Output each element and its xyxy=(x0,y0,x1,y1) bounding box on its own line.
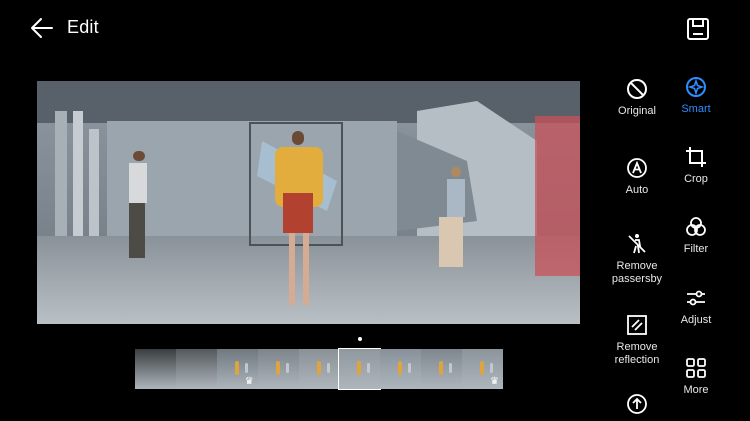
frame-figure xyxy=(367,363,371,373)
filmstrip[interactable]: ♛ ♛ xyxy=(135,348,504,390)
frame-figure xyxy=(439,361,444,375)
frame-figure xyxy=(244,363,248,373)
filmstrip-frame[interactable] xyxy=(175,349,217,389)
frame-figure xyxy=(316,361,321,375)
best-frame-crown-icon: ♛ xyxy=(490,376,500,387)
upload-circle-icon xyxy=(627,394,647,414)
filmstrip-frame[interactable] xyxy=(380,349,422,389)
tool-label: Crop xyxy=(684,173,708,185)
frame-figure xyxy=(408,363,412,373)
tool-label: Adjust xyxy=(680,314,712,326)
tool-adjust[interactable]: Adjust xyxy=(655,286,737,327)
top-bar: Edit xyxy=(0,0,750,58)
frame-figure xyxy=(398,361,403,375)
filmstrip-frame[interactable]: ♛ xyxy=(216,349,258,389)
frame-figure xyxy=(480,361,485,375)
frame-thumbnail xyxy=(175,349,217,389)
tool-label: Smart xyxy=(681,103,711,115)
tool-label: Filter xyxy=(683,243,709,255)
frame-figure xyxy=(357,361,362,375)
frame-figure xyxy=(275,361,280,375)
tool-label: Remove passersby xyxy=(611,260,663,285)
photo-scene xyxy=(37,81,580,324)
filmstrip-frame[interactable]: ♛ xyxy=(462,349,504,389)
remove-passersby-icon xyxy=(628,234,646,254)
filter-icon xyxy=(686,217,706,236)
no-entry-icon xyxy=(627,79,647,99)
frame-figure xyxy=(326,363,330,373)
filmstrip-frame[interactable] xyxy=(135,349,176,389)
frame-figure xyxy=(490,363,494,373)
frame-thumbnail xyxy=(135,349,176,389)
smart-icon xyxy=(686,77,706,97)
frame-figure xyxy=(234,361,239,375)
tool-crop[interactable]: Crop xyxy=(655,145,737,186)
photo-preview[interactable] xyxy=(37,81,580,324)
sliders-icon xyxy=(687,290,705,306)
filmstrip-frame[interactable] xyxy=(421,349,463,389)
grid-more-icon xyxy=(686,358,706,378)
save-icon[interactable] xyxy=(686,17,710,41)
filmstrip-frame[interactable] xyxy=(298,349,340,389)
page-indicator-dot xyxy=(358,337,362,341)
back-arrow-icon[interactable] xyxy=(30,17,54,39)
tool-label: More xyxy=(683,384,709,396)
tool-more[interactable]: More xyxy=(655,356,737,397)
auto-enhance-icon xyxy=(627,158,647,178)
tool-filter[interactable]: Filter xyxy=(655,215,737,256)
best-frame-crown-icon: ♛ xyxy=(244,376,254,387)
filmstrip-frame[interactable] xyxy=(257,349,299,389)
crop-icon xyxy=(686,147,706,167)
page-title: Edit xyxy=(67,17,99,37)
frame-figure xyxy=(285,363,289,373)
tool-smart[interactable]: Smart xyxy=(655,75,737,116)
filmstrip-frame[interactable] xyxy=(338,348,382,390)
frame-figure xyxy=(449,363,453,373)
remove-reflection-icon xyxy=(627,315,647,335)
